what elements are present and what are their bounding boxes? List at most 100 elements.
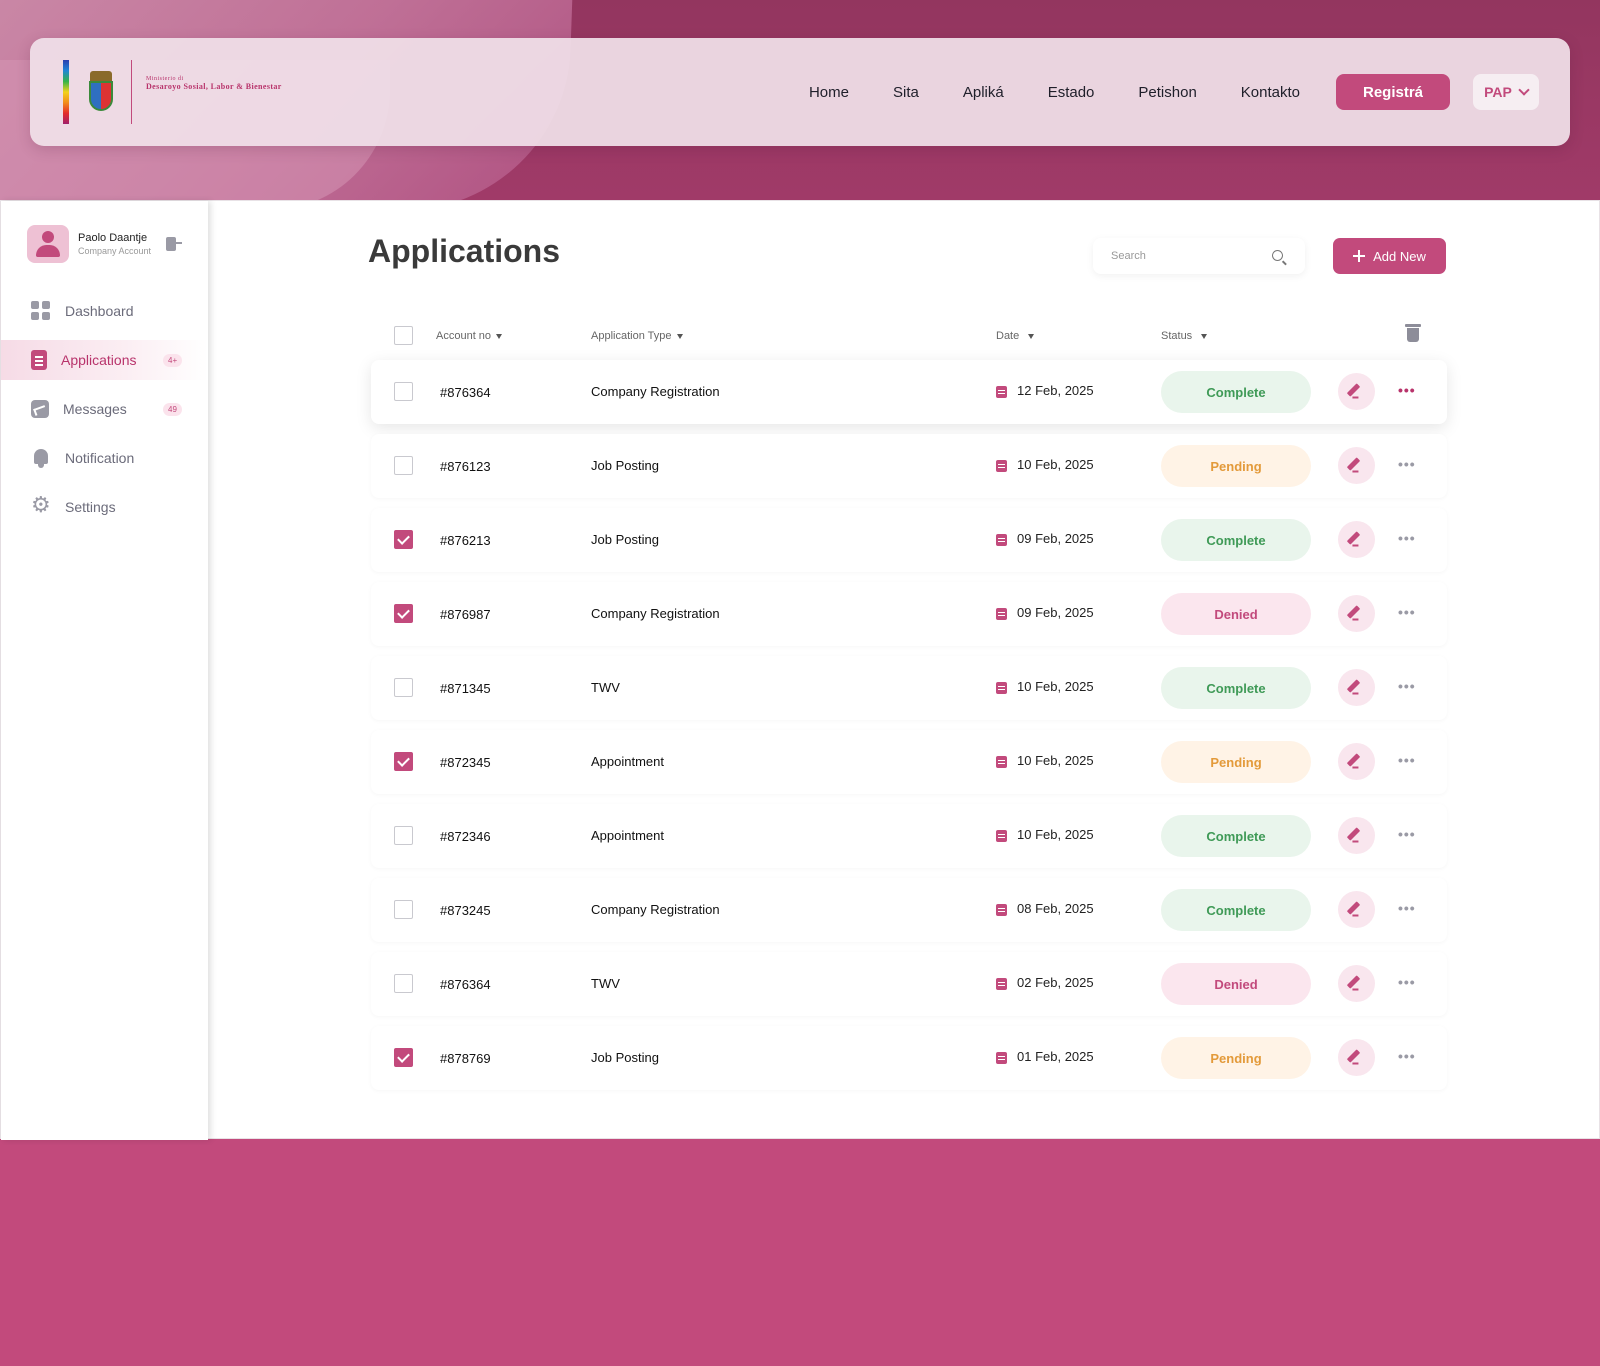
ministry-logo[interactable]: Ministerio di Desaroyo Sosial, Labor & B… <box>63 60 282 124</box>
chart-message-icon <box>31 400 49 418</box>
nav-home[interactable]: Home <box>809 84 849 101</box>
table-row[interactable]: #876987 Company Registration 09 Feb, 2025 D… <box>371 582 1447 646</box>
edit-button[interactable] <box>1338 373 1375 410</box>
sort-icon <box>1201 333 1208 339</box>
status-badge: Denied <box>1161 963 1311 1005</box>
row-checkbox[interactable] <box>394 1048 413 1067</box>
edit-button[interactable] <box>1338 521 1375 558</box>
application-date: 09 Feb, 2025 <box>1017 605 1094 620</box>
table-row[interactable]: #876364 Company Registration 12 Feb, 2025 C… <box>371 360 1447 424</box>
application-type: TWV <box>591 976 620 991</box>
table-row[interactable]: #871345 TWV 10 Feb, 2025 Complete ••• <box>371 656 1447 720</box>
more-options-icon[interactable]: ••• <box>1398 531 1418 547</box>
row-checkbox[interactable] <box>394 826 413 845</box>
rainbow-bar <box>63 60 69 124</box>
page-title: Applications <box>368 233 561 269</box>
more-options-icon[interactable]: ••• <box>1398 975 1418 991</box>
table-row[interactable]: #872345 Appointment 10 Feb, 2025 Pending ••• <box>371 730 1447 794</box>
more-options-icon[interactable]: ••• <box>1398 605 1418 621</box>
row-checkbox[interactable] <box>394 752 413 771</box>
more-options-icon[interactable]: ••• <box>1398 457 1418 473</box>
add-new-button[interactable]: Add New <box>1333 238 1446 274</box>
application-type: TWV <box>591 680 620 695</box>
column-status[interactable]: Status <box>1161 330 1208 342</box>
user-profile[interactable]: Paolo Daantje Company Account <box>27 225 151 263</box>
pencil-icon <box>1346 679 1361 693</box>
application-type: Appointment <box>591 754 664 769</box>
table-row[interactable]: #878769 Job Posting 01 Feb, 2025 Pending ••• <box>371 1026 1447 1090</box>
language-label: PAP <box>1484 84 1512 100</box>
row-checkbox[interactable] <box>394 530 413 549</box>
status-badge: Denied <box>1161 593 1311 635</box>
row-checkbox[interactable] <box>394 456 413 475</box>
nav-sita[interactable]: Sita <box>893 84 919 101</box>
user-role: Company Account <box>78 246 152 256</box>
row-checkbox[interactable] <box>394 382 413 401</box>
sidebar-menu: Dashboard Applications 4+ Messages 49 No… <box>1 291 208 536</box>
sidebar-item-messages[interactable]: Messages 49 <box>1 389 208 429</box>
row-checkbox[interactable] <box>394 974 413 993</box>
table-row[interactable]: #876364 TWV 02 Feb, 2025 Denied ••• <box>371 952 1447 1016</box>
column-date-label: Date <box>996 330 1020 342</box>
sidebar-item-applications[interactable]: Applications 4+ <box>1 340 208 380</box>
account-number: #876987 <box>440 607 491 622</box>
register-button[interactable]: Registrá <box>1336 74 1450 110</box>
select-all-checkbox[interactable] <box>394 326 413 345</box>
application-type: Appointment <box>591 828 664 843</box>
application-type: Company Registration <box>591 902 720 917</box>
main-nav: Home Sita Apliká Estado Petishon Kontakt… <box>809 38 1300 146</box>
status-badge: Complete <box>1161 371 1311 413</box>
more-options-icon[interactable]: ••• <box>1398 827 1418 843</box>
language-select[interactable]: PAP <box>1473 74 1539 110</box>
table-row[interactable]: #876123 Job Posting 10 Feb, 2025 Pending ••• <box>371 434 1447 498</box>
sidebar-item-dashboard[interactable]: Dashboard <box>1 291 208 331</box>
account-number: #873245 <box>440 903 491 918</box>
application-type: Company Registration <box>591 384 720 399</box>
more-options-icon[interactable]: ••• <box>1398 383 1418 399</box>
column-type[interactable]: Application Type <box>591 330 683 342</box>
user-name: Paolo Daantje <box>78 232 148 244</box>
nav-petishon[interactable]: Petishon <box>1138 84 1196 101</box>
application-type: Job Posting <box>591 1050 659 1065</box>
messages-badge: 49 <box>163 402 182 416</box>
table-row[interactable]: #876213 Job Posting 09 Feb, 2025 Complete ••… <box>371 508 1447 572</box>
trash-icon[interactable] <box>1405 324 1421 342</box>
edit-button[interactable] <box>1338 669 1375 706</box>
edit-button[interactable] <box>1338 817 1375 854</box>
row-checkbox[interactable] <box>394 678 413 697</box>
search-input[interactable] <box>1111 250 1271 262</box>
more-options-icon[interactable]: ••• <box>1398 679 1418 695</box>
logout-icon[interactable] <box>166 237 182 251</box>
column-account[interactable]: Account no <box>436 330 503 342</box>
application-type: Job Posting <box>591 458 659 473</box>
table-row[interactable]: #872346 Appointment 10 Feb, 2025 Complete ••… <box>371 804 1447 868</box>
row-checkbox[interactable] <box>394 604 413 623</box>
edit-button[interactable] <box>1338 965 1375 1002</box>
sort-icon <box>496 333 503 339</box>
edit-button[interactable] <box>1338 743 1375 780</box>
nav-kontakto[interactable]: Kontakto <box>1241 84 1300 101</box>
more-options-icon[interactable]: ••• <box>1398 901 1418 917</box>
table-row[interactable]: #873245 Company Registration 08 Feb, 2025 C… <box>371 878 1447 942</box>
column-date[interactable]: Date <box>996 330 1035 342</box>
more-options-icon[interactable]: ••• <box>1398 1049 1418 1065</box>
edit-button[interactable] <box>1338 595 1375 632</box>
more-options-icon[interactable]: ••• <box>1398 753 1418 769</box>
search-icon[interactable] <box>1272 250 1283 261</box>
application-date: 02 Feb, 2025 <box>1017 975 1094 990</box>
status-badge: Complete <box>1161 815 1311 857</box>
document-icon <box>31 350 47 370</box>
search-box <box>1093 238 1305 274</box>
edit-button[interactable] <box>1338 447 1375 484</box>
nav-aplika[interactable]: Apliká <box>963 84 1004 101</box>
edit-button[interactable] <box>1338 1039 1375 1076</box>
bell-icon <box>31 448 51 468</box>
row-checkbox[interactable] <box>394 900 413 919</box>
sidebar-item-notification[interactable]: Notification <box>1 438 208 478</box>
status-badge: Complete <box>1161 519 1311 561</box>
application-type: Company Registration <box>591 606 720 621</box>
nav-estado[interactable]: Estado <box>1048 84 1095 101</box>
status-badge: Complete <box>1161 667 1311 709</box>
edit-button[interactable] <box>1338 891 1375 928</box>
sidebar-item-settings[interactable]: Settings <box>1 487 208 527</box>
